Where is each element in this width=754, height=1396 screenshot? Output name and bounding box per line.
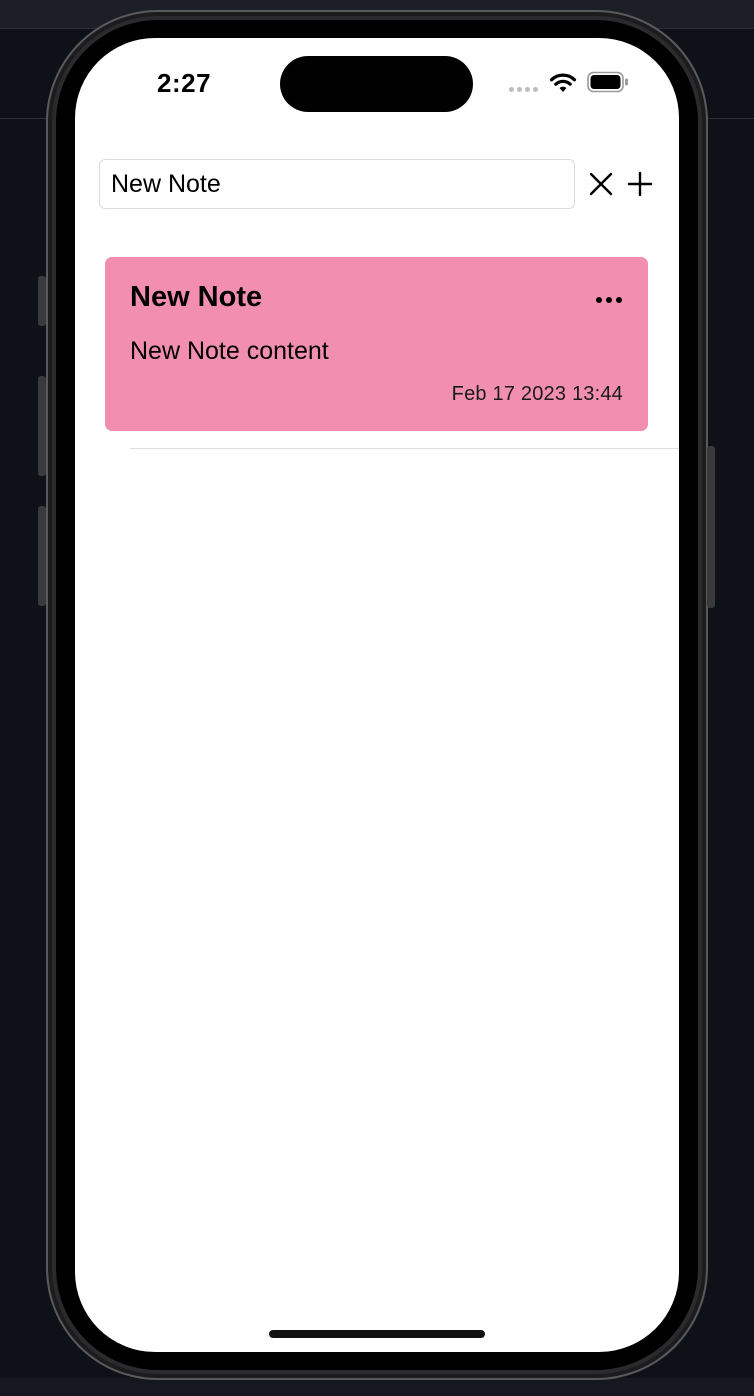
note-title: New Note <box>130 281 263 313</box>
search-input[interactable] <box>99 159 575 209</box>
plus-icon <box>627 171 653 197</box>
note-content: New Note content <box>130 337 329 365</box>
app-screen: 2:27 New Note New Note content <box>75 38 679 1352</box>
volume-down-button <box>38 506 46 606</box>
status-time: 2:27 <box>157 68 212 98</box>
dynamic-island <box>280 56 473 112</box>
mute-switch <box>38 276 46 326</box>
add-note-button[interactable] <box>624 168 656 200</box>
note-date: Feb 17 2023 13:44 <box>451 383 623 405</box>
signal-dots-icon <box>509 87 538 92</box>
home-indicator <box>269 1330 485 1338</box>
clear-search-button[interactable] <box>585 168 617 200</box>
power-button <box>707 446 715 608</box>
battery-icon <box>587 71 628 93</box>
close-icon <box>589 172 613 196</box>
list-divider <box>130 448 679 449</box>
desktop-bottom-bar <box>0 1378 754 1396</box>
note-card[interactable]: New Note New Note content Feb 17 2023 13… <box>105 257 648 431</box>
more-horizontal-icon <box>596 297 622 303</box>
volume-up-button <box>38 376 46 476</box>
wifi-icon <box>549 73 577 92</box>
note-menu-button[interactable] <box>592 287 626 313</box>
